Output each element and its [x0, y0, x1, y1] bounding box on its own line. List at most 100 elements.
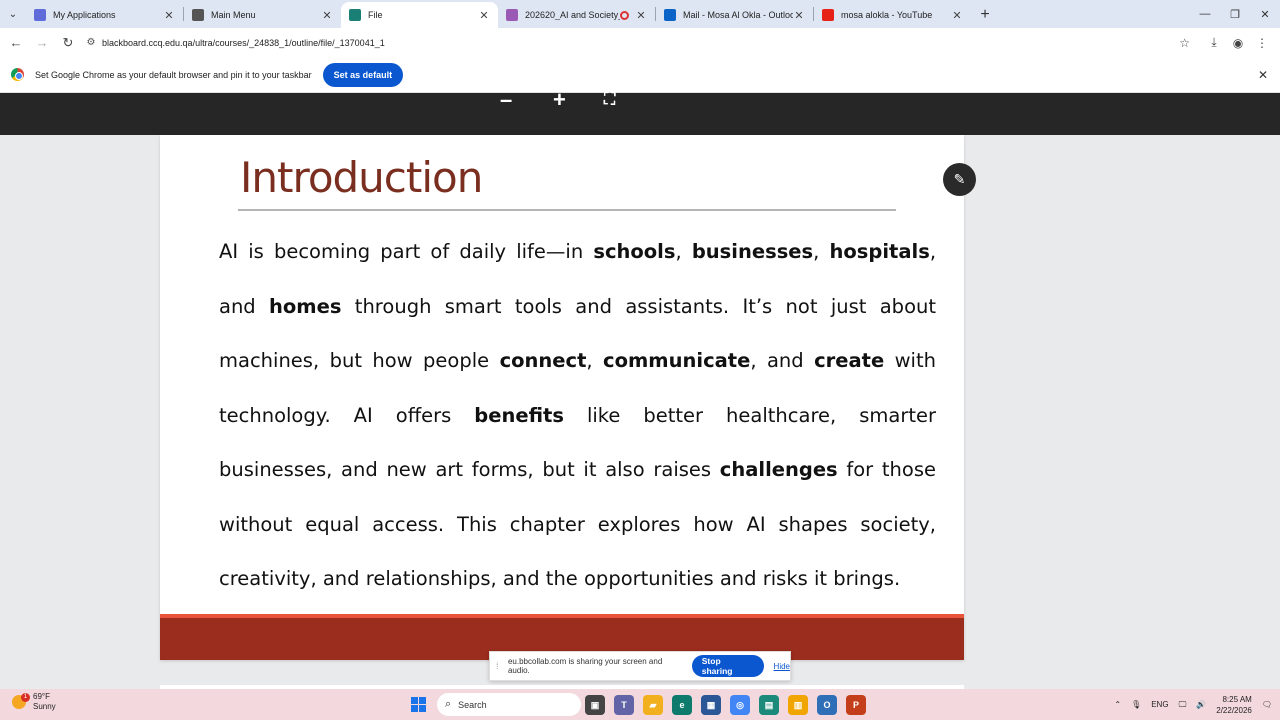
chrome-taskbar-icon[interactable]: ◎	[730, 695, 750, 715]
forward-icon[interactable]: →	[30, 31, 54, 55]
bold-keyword: challenges	[719, 458, 838, 481]
browser-tab[interactable]: Mail - Mosa Al Okla - Outlook ✕	[656, 2, 813, 28]
system-tray: ⌃ 🎙 ENG 🖵 🔊 8:25 AM 2/22/2026 🗨	[1104, 689, 1272, 720]
stop-sharing-button[interactable]: Stop sharing	[691, 655, 764, 677]
reload-icon[interactable]: ↻	[56, 31, 80, 55]
browser-tab[interactable]: mosa alokla - YouTube ✕	[814, 2, 971, 28]
tab-title: My Applications	[53, 10, 116, 20]
notification-icon[interactable]: 🗨	[1262, 700, 1272, 709]
bookmark-star-icon[interactable]: ☆	[1179, 36, 1190, 50]
browser-tab[interactable]: File ✕	[341, 2, 498, 28]
bold-keyword: hospitals	[829, 240, 930, 263]
slide-title: Introduction	[240, 153, 483, 202]
bold-keyword: create	[814, 349, 885, 372]
set-default-button[interactable]: Set as default	[322, 62, 404, 87]
search-icon: ⌕	[445, 698, 452, 710]
language-indicator[interactable]: ENG	[1151, 700, 1168, 709]
window-controls: — ❐ ✕	[1190, 0, 1280, 28]
folder-app-icon[interactable]: ▥	[788, 695, 808, 715]
tab-title: 202620_AI and Society_202	[525, 10, 620, 20]
minimize-icon[interactable]: —	[1190, 0, 1220, 28]
annotate-pen-icon[interactable]: ✎	[943, 163, 976, 196]
weather-widget[interactable]: 1 69°F Sunny	[12, 692, 56, 712]
volume-icon[interactable]: 🔊	[1196, 700, 1206, 709]
site-info-icon[interactable]: ⚙	[80, 37, 102, 48]
tab-list: My Applications ✕ Main Menu ✕ File ✕ 202620_AI…	[26, 0, 971, 28]
clock-date: 2/22/2026	[1216, 705, 1252, 715]
restore-icon[interactable]: ❐	[1220, 0, 1250, 28]
browser-tab[interactable]: 202620_AI and Society_202 ✕	[498, 2, 655, 28]
text-run: , and	[750, 349, 815, 372]
browser-tab[interactable]: My Applications ✕	[26, 2, 183, 28]
new-tab-button[interactable]: +	[971, 2, 999, 28]
apps-icon	[34, 9, 46, 21]
edge-icon[interactable]: e	[672, 695, 692, 715]
sun-icon: 1	[12, 693, 30, 709]
weather-temp: 69°F	[33, 692, 50, 701]
tab-strip: ⌄ My Applications ✕ Main Menu ✕ File ✕ 202620_…	[0, 0, 1280, 28]
infobar-close-icon[interactable]: ✕	[1258, 68, 1268, 82]
hide-banner-link[interactable]: Hide	[774, 662, 790, 671]
text-run: ,	[675, 240, 692, 263]
slide-paragraph: AI is becoming part of daily life—in sch…	[219, 225, 936, 607]
document-viewer-toolbar: – + ⛶	[0, 89, 1280, 135]
globe-icon	[192, 9, 204, 21]
share-message: eu.bbcollab.com is sharing your screen a…	[507, 657, 663, 675]
back-icon[interactable]: ←	[4, 31, 28, 55]
bold-keyword: businesses	[691, 240, 814, 263]
network-icon[interactable]: 🖵	[1179, 700, 1187, 710]
microphone-icon[interactable]: 🎙	[1131, 700, 1141, 709]
file-explorer-icon[interactable]: ▰	[643, 695, 663, 715]
course-icon	[506, 9, 518, 21]
text-run: ,	[813, 240, 830, 263]
default-browser-infobar: Set Google Chrome as your default browse…	[0, 57, 1280, 93]
tab-title: Main Menu	[211, 10, 256, 20]
tab-close-icon[interactable]: ✕	[635, 9, 647, 22]
drag-handle-icon[interactable]: ⁞	[496, 661, 506, 671]
remote-app-icon[interactable]: ▤	[759, 695, 779, 715]
recording-icon	[620, 10, 629, 20]
outlook-taskbar-icon[interactable]: O	[817, 695, 837, 715]
zoom-out-button[interactable]: –	[500, 89, 512, 111]
slide-page: Introduction AI is becoming part of dail…	[160, 135, 964, 660]
profile-icon[interactable]: ◉	[1226, 36, 1250, 50]
download-icon[interactable]: ⤓	[1202, 35, 1226, 50]
bold-keyword: communicate	[603, 349, 751, 372]
address-bar[interactable]: ⚙ blackboard.ccq.edu.qa/ultra/courses/_2…	[80, 31, 1200, 54]
chrome-logo-icon	[11, 68, 24, 81]
powerpoint-icon[interactable]: P	[846, 695, 866, 715]
store-icon[interactable]: ▦	[701, 695, 721, 715]
tab-title: mosa alokla - YouTube	[841, 10, 933, 20]
tab-close-icon[interactable]: ✕	[478, 9, 490, 22]
weather-condition: Sunny	[33, 702, 56, 711]
tab-close-icon[interactable]: ✕	[793, 9, 805, 22]
tab-close-icon[interactable]: ✕	[163, 9, 175, 22]
zoom-in-button[interactable]: +	[553, 89, 566, 111]
youtube-icon	[822, 9, 834, 21]
windows-taskbar: 1 69°F Sunny ⌕ Search ▣ T ▰ e ▦ ◎ ▤ ▥ O …	[0, 689, 1280, 720]
close-window-icon[interactable]: ✕	[1250, 0, 1280, 28]
tab-search-button[interactable]: ⌄	[0, 0, 26, 28]
teams-icon[interactable]: T	[614, 695, 634, 715]
toolbar-right: ⤓ ◉ ⋮	[1202, 28, 1274, 57]
taskbar-search[interactable]: ⌕ Search	[437, 693, 581, 716]
tab-title: File	[368, 10, 383, 20]
bold-keyword: homes	[269, 294, 342, 318]
clock[interactable]: 8:25 AM 2/22/2026	[1216, 694, 1252, 716]
text-run: AI is becoming part of daily life—in	[219, 240, 594, 263]
clock-time: 8:25 AM	[1222, 694, 1252, 704]
windows-start-icon[interactable]	[411, 697, 426, 712]
notification-badge: 1	[21, 693, 30, 702]
tray-overflow-icon[interactable]: ⌃	[1114, 700, 1121, 709]
tab-close-icon[interactable]: ✕	[321, 9, 333, 22]
tab-close-icon[interactable]: ✕	[951, 9, 963, 22]
blackboard-icon	[349, 9, 361, 21]
pinned-apps: ▣ T ▰ e ▦ ◎ ▤ ▥ O P	[585, 695, 875, 715]
outlook-icon	[664, 9, 676, 21]
fullscreen-button[interactable]: ⛶	[604, 92, 615, 108]
task-view-icon[interactable]: ▣	[585, 695, 605, 715]
tab-title: Mail - Mosa Al Okla - Outlook	[683, 10, 793, 20]
url-text: blackboard.ccq.edu.qa/ultra/courses/_248…	[102, 37, 385, 48]
browser-tab[interactable]: Main Menu ✕	[184, 2, 341, 28]
menu-kebab-icon[interactable]: ⋮	[1250, 36, 1274, 50]
